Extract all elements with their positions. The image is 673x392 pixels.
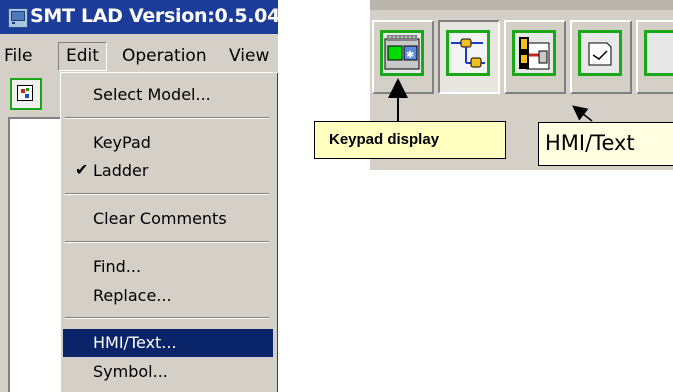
callout-label: Keypad display [329, 131, 440, 148]
keypad-display-callout: Keypad display [314, 121, 506, 159]
tooltip-arrow [572, 105, 593, 122]
annotation-arrows [388, 78, 593, 122]
